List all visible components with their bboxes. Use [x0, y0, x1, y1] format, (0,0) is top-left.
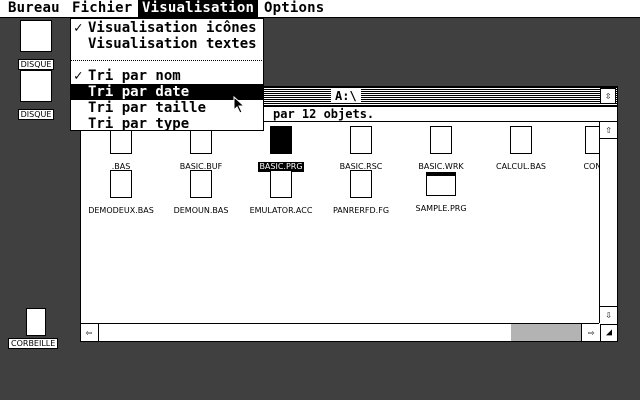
file-icon[interactable]: BASIC.WRK: [401, 126, 481, 173]
document-icon: [110, 170, 134, 200]
drive-icon: [20, 70, 52, 102]
trash-icon[interactable]: [26, 308, 46, 336]
trash-label: CORBEILLE: [8, 338, 59, 349]
mouse-pointer-icon: [233, 96, 246, 114]
menu-bureau[interactable]: Bureau: [4, 0, 64, 17]
file-name: DEMODEUX.BAS: [88, 206, 154, 215]
menu-item-view-text[interactable]: Visualisation textes: [71, 36, 263, 52]
menu-item-view-icons[interactable]: ✓ Visualisation icônes: [71, 20, 263, 36]
file-icon[interactable]: DEMOUN.BAS: [161, 170, 241, 217]
menu-item-label: Tri par taille: [88, 100, 207, 116]
resize-handle[interactable]: ◢: [600, 324, 617, 341]
scroll-right-button[interactable]: ⇨: [583, 324, 599, 341]
file-name: CALCUL.BAS: [496, 162, 546, 171]
program-icon: [426, 172, 456, 196]
file-name: CONTI: [583, 162, 599, 171]
menu-item-label: Tri par date: [88, 84, 190, 100]
document-icon: [270, 126, 294, 156]
drive-icon: [20, 20, 52, 52]
scroll-down-button[interactable]: ⇩: [600, 306, 617, 323]
file-name: PANRERFD.FG: [332, 206, 390, 215]
info-text: par 12 objets.: [273, 107, 375, 121]
window-title: A:\: [331, 89, 361, 103]
file-name: EMULATOR.ACC: [249, 206, 313, 215]
horizontal-scroll-track[interactable]: [98, 324, 582, 341]
menu-item-label: Tri par nom: [88, 68, 181, 84]
file-icon[interactable]: PANRERFD.FG: [321, 170, 401, 217]
file-icon[interactable]: SAMPLE.PRG: [401, 170, 481, 215]
visualisation-dropdown: ✓ Visualisation icônes Visualisation tex…: [70, 18, 264, 132]
drive-label: DISQUE: [17, 59, 55, 70]
file-name: SAMPLE.PRG: [415, 204, 467, 213]
menu-item-sort-name[interactable]: ✓ Tri par nom: [71, 68, 263, 84]
document-icon: [350, 126, 374, 156]
horizontal-scroll-pattern: [511, 324, 581, 341]
check-icon: ✓: [74, 68, 83, 84]
vertical-scroll-track[interactable]: [600, 139, 617, 306]
file-name: DEMOUN.BAS: [173, 206, 229, 215]
desktop-drive-a[interactable]: DISQUE: [12, 20, 60, 71]
menu-separator: [71, 60, 263, 61]
file-icon[interactable]: DEMODEUX.BAS: [81, 170, 161, 217]
file-icon[interactable]: EMULATOR.ACC: [241, 170, 321, 217]
file-icon[interactable]: BASIC.BUF: [161, 126, 241, 173]
document-icon: [430, 126, 454, 156]
file-icon-selected[interactable]: BASIC.PRG: [241, 126, 321, 173]
scroll-left-button[interactable]: ⇦: [81, 324, 97, 341]
document-icon: [585, 126, 599, 156]
file-icon[interactable]: CONTI: [556, 126, 599, 173]
window-content: .BAS BASIC.BUF BASIC.PRG BASIC.RSC BASIC…: [81, 122, 599, 323]
desktop-drive-b[interactable]: DISQUE: [12, 70, 60, 121]
scroll-up-button[interactable]: ⇧: [600, 122, 617, 139]
menu-visualisation[interactable]: Visualisation: [138, 0, 259, 17]
menu-bar: Bureau Fichier Visualisation Options: [0, 0, 640, 18]
horizontal-scrollbar[interactable]: ⇦ ⇨: [81, 323, 599, 341]
drive-label: DISQUE: [17, 109, 55, 120]
menu-item-label: Visualisation icônes: [88, 20, 257, 36]
menu-item-label: Tri par type: [88, 116, 190, 132]
menu-item-label: Visualisation textes: [88, 36, 257, 52]
file-icon[interactable]: .BAS: [81, 126, 161, 173]
file-icon[interactable]: CALCUL.BAS: [481, 126, 561, 173]
document-icon: [510, 126, 534, 156]
menu-fichier[interactable]: Fichier: [68, 0, 136, 17]
menu-options[interactable]: Options: [260, 0, 328, 17]
fuller-button[interactable]: ⇳: [600, 88, 616, 104]
check-icon: ✓: [74, 20, 83, 36]
vertical-scrollbar[interactable]: ⇧ ⇩: [599, 122, 617, 323]
document-icon: [270, 170, 294, 200]
document-icon: [190, 170, 214, 200]
menu-item-sort-type[interactable]: Tri par type: [71, 116, 263, 132]
file-icon[interactable]: BASIC.RSC: [321, 126, 401, 173]
document-icon: [350, 170, 374, 200]
